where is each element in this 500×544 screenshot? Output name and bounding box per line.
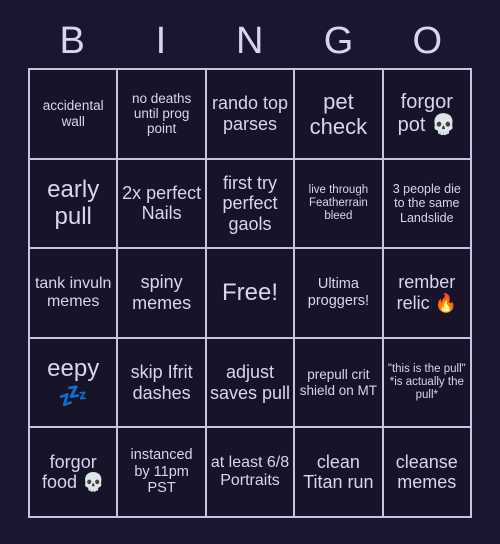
bingo-cell[interactable]: spiny memes bbox=[118, 249, 205, 337]
bingo-cell-label: instanced by 11pm PST bbox=[130, 447, 193, 497]
bingo-cell[interactable]: pet check bbox=[295, 70, 382, 158]
bingo-cell-label: "this is the pull" *is actually the pull… bbox=[387, 362, 466, 402]
header-letter-i: I bbox=[155, 20, 167, 62]
bingo-cell-label: live through Featherrain bleed bbox=[308, 183, 369, 222]
bingo-cell-label: pet check bbox=[309, 88, 368, 139]
bingo-cell[interactable]: at least 6/8 Portraits bbox=[206, 428, 294, 516]
bingo-cell-label: forgor pot 💀 bbox=[397, 91, 456, 136]
bingo-cell-label: accidental wall bbox=[42, 98, 104, 129]
bingo-cell-label: Ultima proggers! bbox=[307, 276, 370, 309]
bingo-cell-label: 3 people die to the same Landslide bbox=[392, 182, 461, 225]
header-letter-g: G bbox=[323, 20, 354, 62]
bingo-cell[interactable]: early pull bbox=[30, 159, 117, 248]
bingo-cell-label: eepy 💤 bbox=[47, 355, 100, 410]
bingo-grid: accidental wall no deaths until prog poi… bbox=[28, 68, 472, 518]
bingo-cell-free[interactable]: Free! bbox=[206, 249, 294, 337]
bingo-cell-label: at least 6/8 Portraits bbox=[210, 453, 290, 490]
bingo-cell-label: cleanse memes bbox=[395, 451, 458, 493]
bingo-cell[interactable]: live through Featherrain bleed bbox=[295, 159, 382, 248]
bingo-cell[interactable]: clean Titan run bbox=[295, 428, 382, 516]
bingo-cell[interactable]: accidental wall bbox=[30, 70, 117, 158]
bingo-card: B I N G O accidental wall no deaths unti… bbox=[0, 0, 500, 544]
bingo-cell[interactable]: tank invuln memes bbox=[30, 249, 117, 337]
bingo-cell[interactable]: "this is the pull" *is actually the pull… bbox=[383, 338, 470, 427]
bingo-cell-label: rember relic 🔥 bbox=[396, 272, 457, 313]
bingo-cell[interactable]: no deaths until prog point bbox=[118, 70, 205, 158]
bingo-cell-label: adjust saves pull bbox=[209, 362, 291, 403]
bingo-cell-label: forgor food 💀 bbox=[41, 451, 105, 493]
bingo-cell[interactable]: Ultima proggers! bbox=[295, 249, 382, 337]
header-letter-b: B bbox=[59, 20, 86, 62]
bingo-cell-label: prepull crit shield on MT bbox=[299, 367, 378, 398]
bingo-cell-label: rando top parses bbox=[211, 93, 289, 134]
bingo-cell[interactable]: prepull crit shield on MT bbox=[295, 338, 382, 427]
bingo-cell[interactable]: cleanse memes bbox=[383, 428, 470, 516]
bingo-cell-label: tank invuln memes bbox=[34, 274, 112, 310]
bingo-cell-label: 2x perfect Nails bbox=[122, 182, 202, 224]
bingo-cell[interactable]: adjust saves pull bbox=[206, 338, 294, 427]
bingo-cell[interactable]: eepy 💤 bbox=[30, 338, 117, 427]
header-letter-o: O bbox=[412, 20, 443, 62]
header-letter-n: N bbox=[236, 20, 264, 62]
bingo-cell[interactable]: 3 people die to the same Landslide bbox=[383, 159, 470, 248]
bingo-cell-label: spiny memes bbox=[132, 272, 192, 313]
bingo-cell-label: no deaths until prog point bbox=[131, 90, 192, 137]
bingo-cell-label: first try perfect gaols bbox=[222, 172, 278, 234]
bingo-cell-label: clean Titan run bbox=[303, 451, 374, 493]
bingo-cell[interactable]: skip Ifrit dashes bbox=[118, 338, 205, 427]
bingo-header: B I N G O bbox=[28, 14, 472, 68]
bingo-cell-label: Free! bbox=[221, 279, 278, 307]
bingo-cell[interactable]: rando top parses bbox=[206, 70, 294, 158]
bingo-cell-label: skip Ifrit dashes bbox=[130, 362, 193, 403]
bingo-cell-label: early pull bbox=[47, 176, 100, 231]
bingo-cell[interactable]: 2x perfect Nails bbox=[118, 159, 205, 248]
bingo-cell[interactable]: forgor pot 💀 bbox=[383, 70, 470, 158]
bingo-cell[interactable]: first try perfect gaols bbox=[206, 159, 294, 248]
bingo-cell[interactable]: instanced by 11pm PST bbox=[118, 428, 205, 516]
bingo-cell[interactable]: forgor food 💀 bbox=[30, 428, 117, 516]
bingo-cell[interactable]: rember relic 🔥 bbox=[383, 249, 470, 337]
